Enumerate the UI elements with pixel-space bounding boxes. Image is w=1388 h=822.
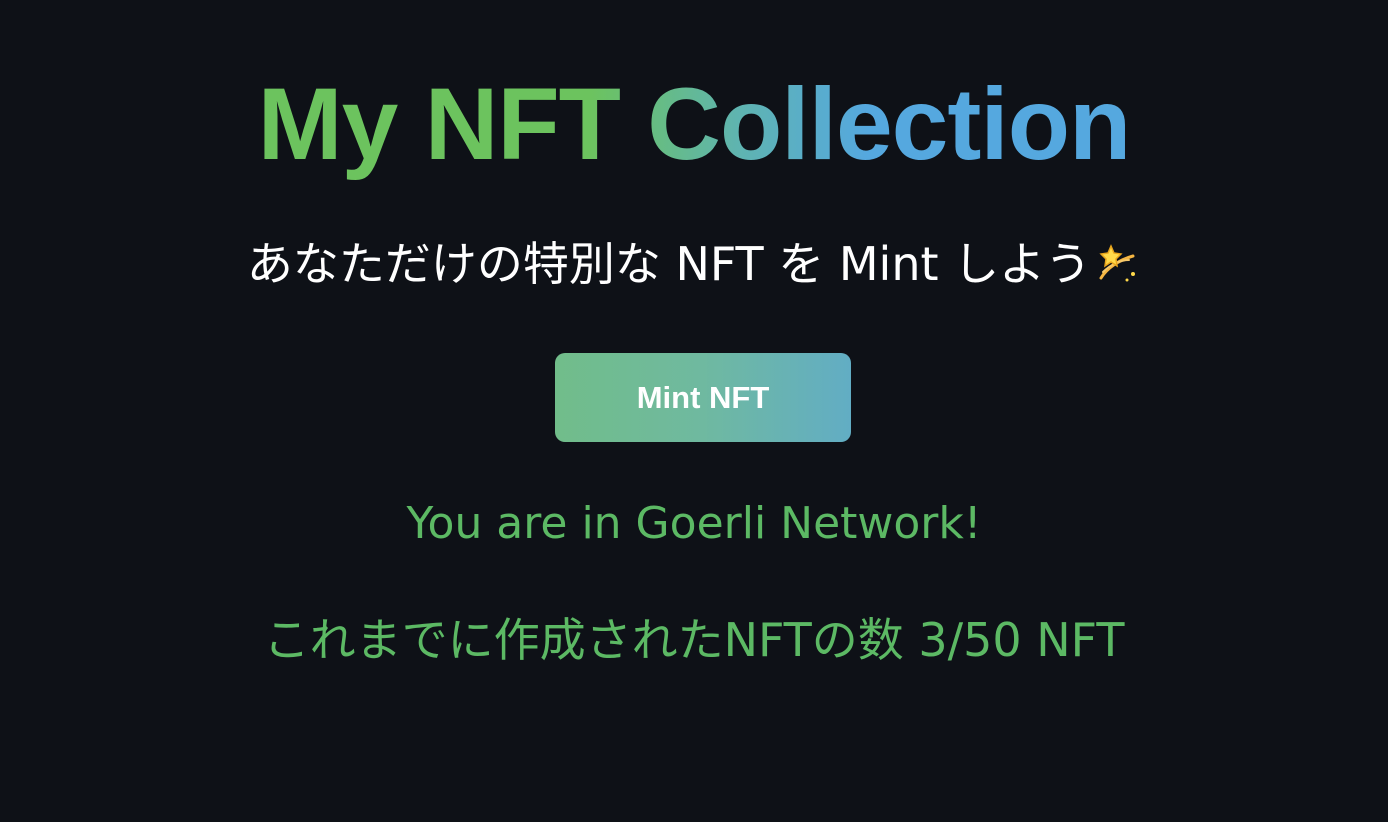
sparkle-icon [1093, 238, 1141, 286]
network-status: You are in Goerli Network! [406, 498, 982, 549]
page: My NFT Collection あなただけの特別な NFT を Mint し… [0, 0, 1388, 822]
mint-nft-button[interactable]: Mint NFT [555, 353, 851, 442]
page-title-text: My NFT Collection [257, 67, 1132, 181]
page-title: My NFT Collection [0, 64, 1388, 184]
subtitle: あなただけの特別な NFT を Mint しよう [0, 234, 1388, 294]
subtitle-text: あなただけの特別な NFT を Mint しよう [246, 237, 1092, 291]
minted-count: これまでに作成されたNFTの数 3/50 NFT [263, 613, 1125, 667]
